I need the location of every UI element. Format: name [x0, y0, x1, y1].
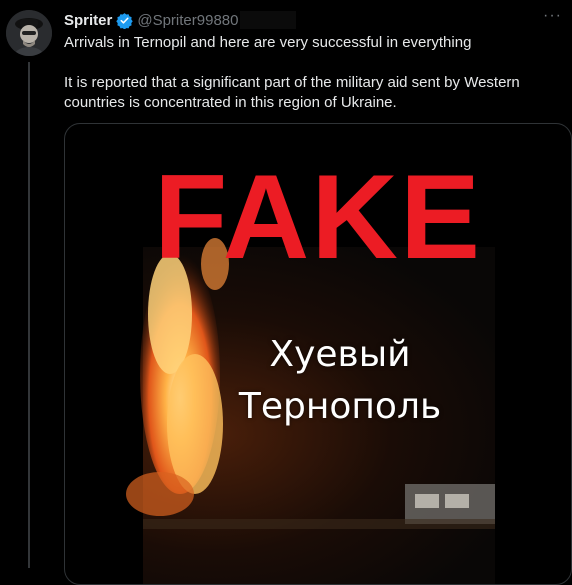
video-caption: Хуевый Тернополь [195, 329, 485, 433]
tweet-header: Spriter @Spriter99880 [64, 10, 297, 30]
tweet-body: Arrivals in Ternopil and here are very s… [64, 33, 560, 113]
caption-line: Хуевый [269, 334, 411, 375]
media-attachment[interactable]: Хуевый Тернополь FAKE [64, 123, 572, 585]
fake-stamp-label: FAKE [153, 150, 483, 284]
display-name[interactable]: Spriter [64, 12, 112, 29]
caption-line: Тернополь [238, 386, 442, 427]
avatar-portrait-icon [6, 10, 52, 56]
thread-connector-line [28, 62, 30, 568]
redaction-block [240, 11, 297, 29]
tweet-text-line: Arrivals in Ternopil and here are very s… [64, 34, 472, 51]
avatar[interactable] [6, 10, 52, 56]
more-horizontal-icon[interactable]: ··· [543, 8, 562, 24]
user-handle[interactable]: @Spriter99880 [137, 12, 238, 29]
verified-badge-icon [116, 12, 134, 29]
tweet-text-paragraph: It is reported that a significant part o… [64, 74, 520, 111]
